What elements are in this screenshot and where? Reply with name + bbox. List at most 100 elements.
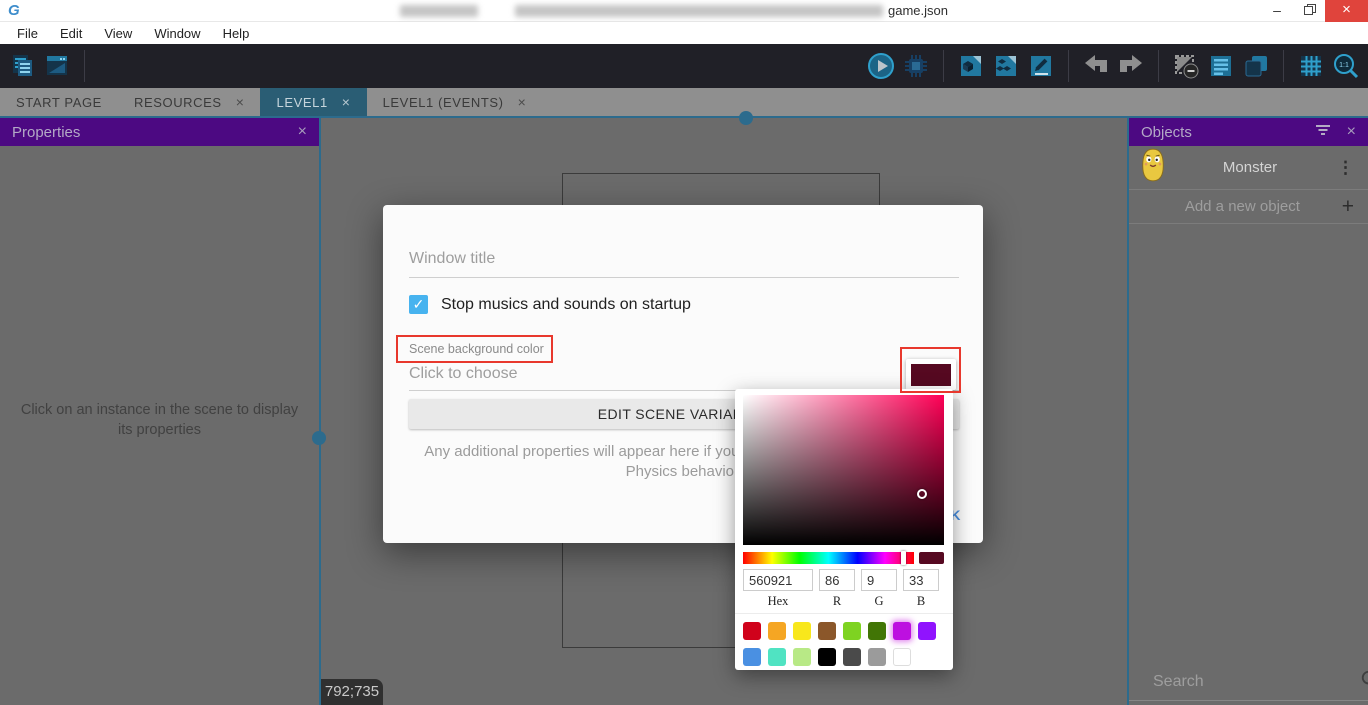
object-menu-kebab-icon[interactable]: ⋮ bbox=[1333, 158, 1358, 178]
tab-close-icon[interactable]: × bbox=[236, 94, 245, 110]
preset-swatch[interactable] bbox=[893, 648, 911, 666]
checkbox-checked-icon[interactable]: ✓ bbox=[409, 295, 428, 314]
preset-swatch[interactable] bbox=[818, 648, 836, 666]
menu-help[interactable]: Help bbox=[214, 24, 259, 43]
grid-icon[interactable] bbox=[1297, 52, 1325, 80]
preset-swatch[interactable] bbox=[743, 622, 761, 640]
objects-panel-header: Objects × bbox=[1129, 118, 1368, 146]
properties-panel-title: Properties bbox=[12, 124, 298, 141]
objects-search-row bbox=[1129, 663, 1368, 701]
preset-swatch[interactable] bbox=[918, 622, 936, 640]
hex-label: Hex bbox=[743, 594, 813, 609]
add-multiple-objects-icon[interactable] bbox=[992, 52, 1020, 80]
color-marker[interactable] bbox=[917, 489, 927, 499]
preset-swatches-row bbox=[743, 622, 936, 640]
add-new-object-row[interactable]: Add a new object + bbox=[1129, 190, 1368, 224]
window-title-filename: game.json bbox=[888, 3, 948, 18]
object-name: Monster bbox=[1167, 159, 1333, 176]
search-icon[interactable] bbox=[1360, 669, 1368, 694]
annotation-box-color-swatch bbox=[900, 347, 961, 393]
green-input[interactable] bbox=[861, 569, 897, 591]
zoom-1-1-icon[interactable]: 1:1 bbox=[1332, 52, 1360, 80]
picker-divider bbox=[735, 613, 953, 614]
right-split-border[interactable] bbox=[1127, 116, 1129, 705]
color-picker-popover: Hex R G B bbox=[735, 389, 953, 670]
preset-swatch[interactable] bbox=[843, 622, 861, 640]
toolbar-divider bbox=[84, 50, 85, 82]
tab-level1-events[interactable]: LEVEL1 (EVENTS) × bbox=[367, 88, 543, 116]
tab-level1[interactable]: LEVEL1 × bbox=[260, 88, 366, 116]
toolbar: 1:1 bbox=[0, 44, 1368, 88]
objects-panel: Objects × Monster ⋮ Add a new object + bbox=[1129, 118, 1368, 705]
blue-input[interactable] bbox=[903, 569, 939, 591]
object-list-item-monster[interactable]: Monster ⋮ bbox=[1129, 146, 1368, 190]
green-label: G bbox=[861, 594, 897, 609]
split-drag-handle[interactable] bbox=[312, 431, 326, 445]
tab-resources[interactable]: RESOURCES × bbox=[118, 88, 261, 116]
properties-panel-header: Properties × bbox=[0, 118, 319, 146]
window-title-field[interactable] bbox=[409, 250, 959, 268]
tab-start-page[interactable]: START PAGE bbox=[0, 88, 118, 116]
preset-swatch[interactable] bbox=[768, 648, 786, 666]
picker-current-color-swatch bbox=[919, 552, 944, 564]
menu-file[interactable]: File bbox=[8, 24, 47, 43]
tab-label: RESOURCES bbox=[134, 95, 222, 110]
preset-swatch[interactable] bbox=[743, 648, 761, 666]
color-field-value[interactable]: Click to choose bbox=[409, 365, 518, 383]
preset-swatches-row bbox=[743, 648, 911, 666]
preset-swatch[interactable] bbox=[793, 648, 811, 666]
preset-swatch[interactable] bbox=[768, 622, 786, 640]
add-object-icon[interactable] bbox=[957, 52, 985, 80]
tab-label: LEVEL1 bbox=[276, 95, 327, 110]
preset-swatch[interactable] bbox=[868, 622, 886, 640]
restore-icon bbox=[1304, 6, 1313, 15]
preset-swatch-selected[interactable] bbox=[893, 622, 911, 640]
redo-icon[interactable] bbox=[1117, 52, 1145, 80]
layers-icon[interactable] bbox=[1242, 52, 1270, 80]
restore-button[interactable] bbox=[1294, 0, 1324, 22]
menu-view[interactable]: View bbox=[95, 24, 141, 43]
split-drag-handle[interactable] bbox=[739, 111, 753, 125]
hue-slider-handle[interactable] bbox=[901, 551, 906, 565]
red-input[interactable] bbox=[819, 569, 855, 591]
edit-scene-icon[interactable] bbox=[1027, 52, 1055, 80]
checkbox-label: Stop musics and sounds on startup bbox=[441, 296, 691, 314]
preset-swatch[interactable] bbox=[818, 622, 836, 640]
saturation-value-area[interactable] bbox=[743, 395, 944, 545]
menu-bar: File Edit View Window Help bbox=[0, 22, 1368, 44]
blue-label: B bbox=[903, 594, 939, 609]
menu-edit[interactable]: Edit bbox=[51, 24, 91, 43]
plus-icon[interactable]: + bbox=[1342, 195, 1354, 219]
tab-close-icon[interactable]: × bbox=[342, 94, 351, 110]
toolbar-divider bbox=[943, 50, 944, 82]
monster-object-icon bbox=[1139, 147, 1167, 188]
filter-icon[interactable] bbox=[1315, 123, 1331, 141]
menu-window[interactable]: Window bbox=[145, 24, 209, 43]
close-button[interactable]: × bbox=[1325, 0, 1368, 22]
minimize-button[interactable]: – bbox=[1262, 0, 1292, 22]
close-panel-icon[interactable]: × bbox=[298, 123, 307, 141]
instances-list-icon[interactable] bbox=[1207, 52, 1235, 80]
hex-input[interactable] bbox=[743, 569, 813, 591]
tab-close-icon[interactable]: × bbox=[518, 94, 527, 110]
start-page-window-icon[interactable] bbox=[43, 52, 71, 80]
preset-swatch[interactable] bbox=[793, 622, 811, 640]
objects-search-input[interactable] bbox=[1153, 673, 1360, 691]
play-icon[interactable] bbox=[867, 52, 895, 80]
close-panel-icon[interactable]: × bbox=[1347, 123, 1356, 141]
delete-instances-icon[interactable] bbox=[1172, 52, 1200, 80]
preset-swatch[interactable] bbox=[868, 648, 886, 666]
hue-slider[interactable] bbox=[743, 552, 914, 564]
undo-icon[interactable] bbox=[1082, 52, 1110, 80]
gdevelop-logo-icon: G bbox=[8, 2, 20, 19]
annotation-box-scene-background-color bbox=[396, 335, 553, 363]
properties-empty-message: Click on an instance in the scene to dis… bbox=[0, 400, 319, 440]
debug-icon[interactable] bbox=[902, 52, 930, 80]
stop-musics-row[interactable]: ✓ Stop musics and sounds on startup bbox=[409, 295, 691, 314]
left-split-border[interactable] bbox=[319, 116, 321, 705]
preset-swatch[interactable] bbox=[843, 648, 861, 666]
project-manager-icon[interactable] bbox=[8, 52, 36, 80]
properties-panel: Properties × Click on an instance in the… bbox=[0, 118, 319, 705]
red-label: R bbox=[819, 594, 855, 609]
tab-label: LEVEL1 (EVENTS) bbox=[383, 95, 504, 110]
